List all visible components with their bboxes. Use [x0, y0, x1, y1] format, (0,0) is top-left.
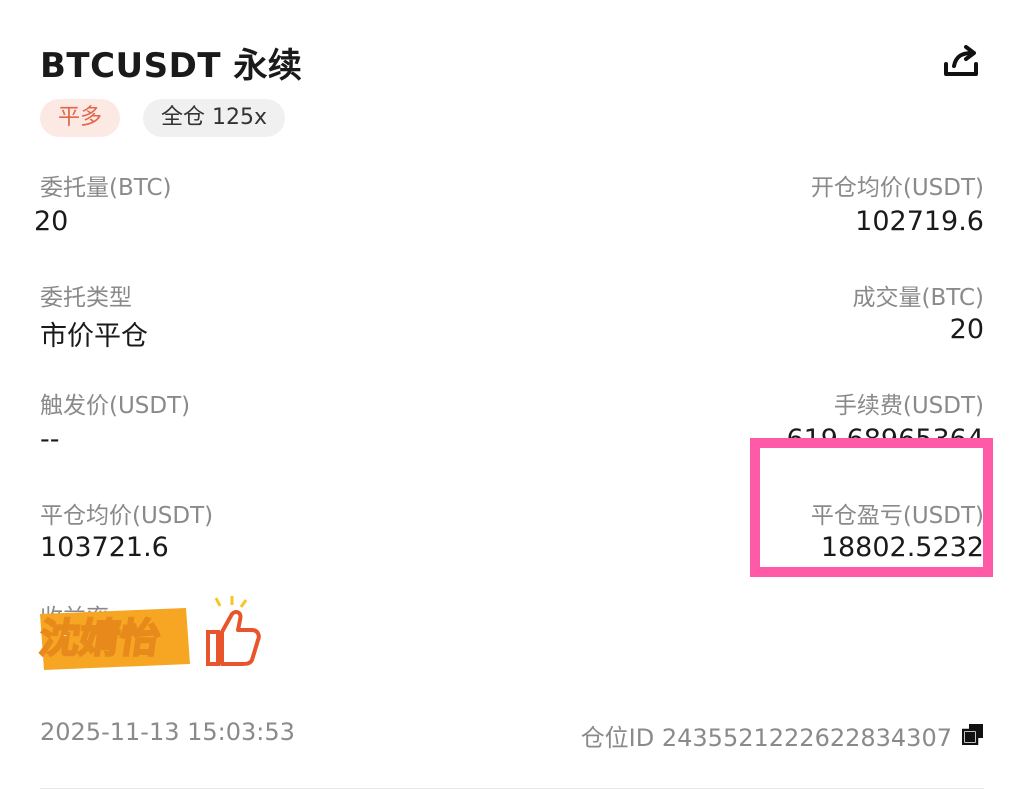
filled-qty-label: 成交量(BTC)	[852, 285, 985, 311]
filled-qty-value: 20	[949, 314, 984, 345]
sticker-text: 沈婧怡	[36, 616, 162, 662]
copy-icon[interactable]	[962, 723, 984, 745]
highlight-box	[750, 438, 993, 577]
order-qty-label: 委托量(BTC)	[40, 175, 172, 201]
order-timestamp: 2025-11-13 15:03:53	[40, 718, 295, 746]
position-id: 仓位ID 2435521222622834307	[580, 724, 952, 752]
close-avg-value: 103721.6	[40, 532, 169, 563]
trigger-price-value: --	[40, 424, 60, 455]
order-type-label: 委托类型	[40, 285, 132, 311]
open-avg-label: 开仓均价(USDT)	[810, 175, 984, 201]
open-avg-value: 102719.6	[855, 206, 984, 237]
sticker-graphic: 沈婧怡	[35, 596, 261, 670]
fee-label: 手续费(USDT)	[833, 393, 984, 419]
order-type-value: 市价平仓	[40, 321, 148, 352]
side-badge: 平多	[40, 99, 121, 137]
thumbs-up-icon	[206, 596, 261, 666]
page-title: BTCUSDT 永续	[40, 46, 303, 86]
divider	[40, 788, 984, 789]
name-sticker: 沈婧怡	[35, 594, 266, 676]
order-qty-value: 20	[34, 206, 69, 237]
margin-mode-badge: 全仓 125x	[143, 99, 286, 137]
trigger-price-label: 触发价(USDT)	[40, 393, 191, 419]
close-avg-label: 平仓均价(USDT)	[40, 503, 214, 529]
share-icon[interactable]	[942, 44, 982, 80]
